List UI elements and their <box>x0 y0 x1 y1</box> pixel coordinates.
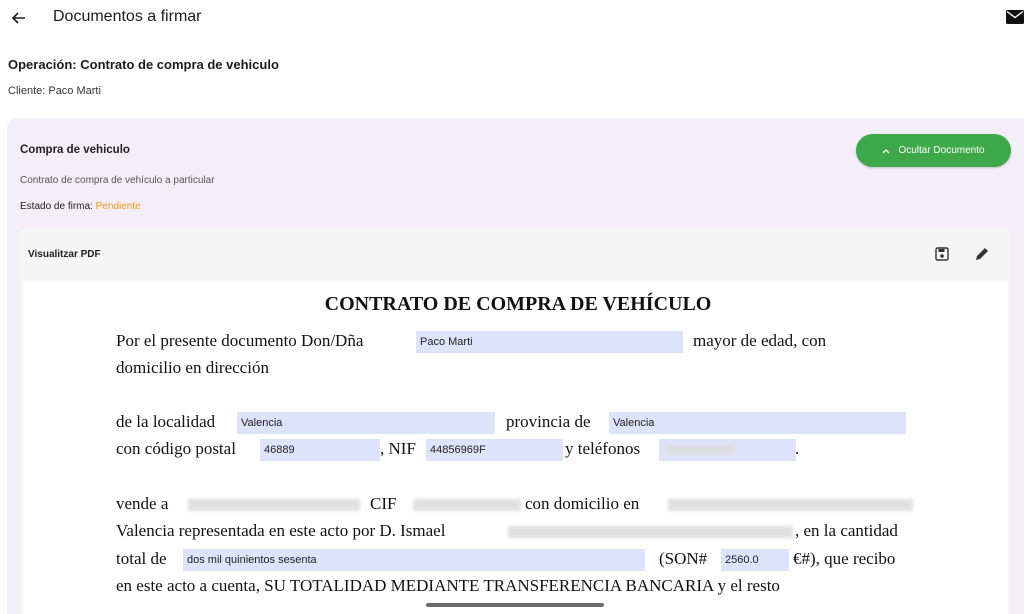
city-field[interactable]: Valencia <box>237 412 495 434</box>
document-title: Compra de vehiculo <box>20 144 130 156</box>
page-title: Documentos a firmar <box>53 8 202 25</box>
status-badge: Pendiente <box>95 201 141 212</box>
hide-document-label: Ocultar Documento <box>898 145 985 156</box>
nif-field[interactable]: 44856969F <box>426 439 563 461</box>
signature-status: Estado de firma: Pendiente <box>20 201 141 212</box>
contract-text: , NIF <box>380 439 416 458</box>
status-label: Estado de firma: <box>20 201 93 212</box>
redacted-text <box>188 499 360 511</box>
contract-text: , en la cantidad <box>795 521 898 540</box>
contract-text: CIF <box>370 494 397 513</box>
arrow-back-icon <box>11 12 25 24</box>
contract-text: Por el presente documento Don/Dña <box>116 331 364 350</box>
home-indicator <box>426 603 604 607</box>
contract-text: €#), que recibo <box>793 549 896 568</box>
save-button[interactable] <box>934 246 952 264</box>
redacted-text <box>413 499 521 511</box>
contract-text: domicilio en dirección <box>116 358 269 377</box>
contract-text: con código postal <box>116 439 236 458</box>
contract-text: total de <box>116 549 167 568</box>
redacted-text <box>665 445 735 455</box>
contract-text: (SON# <box>659 549 708 568</box>
pdf-viewer-title: Visualitzar PDF <box>28 249 101 260</box>
postal-code-field[interactable]: 46889 <box>260 439 380 461</box>
chevron-up-icon <box>882 148 890 153</box>
document-subtitle: Contrato de compra de vehículo a particu… <box>20 175 215 186</box>
amount-number-field[interactable]: 2560.0 <box>721 549 789 571</box>
seller-name-field[interactable]: Paco Marti <box>416 331 683 353</box>
contract-text: mayor de edad, con <box>693 331 827 350</box>
contract-text: y teléfonos <box>565 439 641 458</box>
mail-icon <box>1006 10 1024 24</box>
app-bar: Documentos a firmar <box>0 0 1024 38</box>
phone-field[interactable] <box>659 439 796 461</box>
contract-heading: CONTRATO DE COMPRA DE VEHÍCULO <box>324 293 712 315</box>
pdf-page: CONTRATO DE COMPRA DE VEHÍCULO Por el pr… <box>23 281 1008 614</box>
document-card: Compra de vehiculo Contrato de compra de… <box>7 118 1024 614</box>
amount-words-field[interactable]: dos mil quinientos sesenta <box>183 549 645 571</box>
pencil-icon <box>976 248 988 260</box>
edit-button[interactable] <box>974 246 992 264</box>
hide-document-button[interactable]: Ocultar Documento <box>856 134 1011 167</box>
redacted-text <box>668 499 913 511</box>
contract-text: vende a <box>116 494 169 513</box>
back-button[interactable] <box>7 7 29 29</box>
province-field[interactable]: Valencia <box>609 412 906 434</box>
contract-text: provincia de <box>506 412 591 431</box>
mail-button[interactable] <box>1006 10 1024 26</box>
contract-text: Valencia representada en este acto por D… <box>116 521 446 540</box>
contract-text: con domicilio en <box>525 494 640 513</box>
contract-text: en este acto a cuenta, SU TOTALIDAD MEDI… <box>116 576 780 595</box>
save-icon <box>935 247 949 261</box>
operation-title: Operación: Contrato de compra de vehicul… <box>8 57 279 72</box>
pdf-viewer: Visualitzar PDF CONTRATO DE COMPRA DE VE… <box>20 229 1010 614</box>
redacted-text <box>508 526 793 538</box>
contract-text: . <box>795 439 800 458</box>
contract-text: de la localidad <box>116 412 216 431</box>
client-name: Cliente: Paco Marti <box>8 85 101 97</box>
pdf-viewer-header: Visualitzar PDF <box>20 229 1010 281</box>
